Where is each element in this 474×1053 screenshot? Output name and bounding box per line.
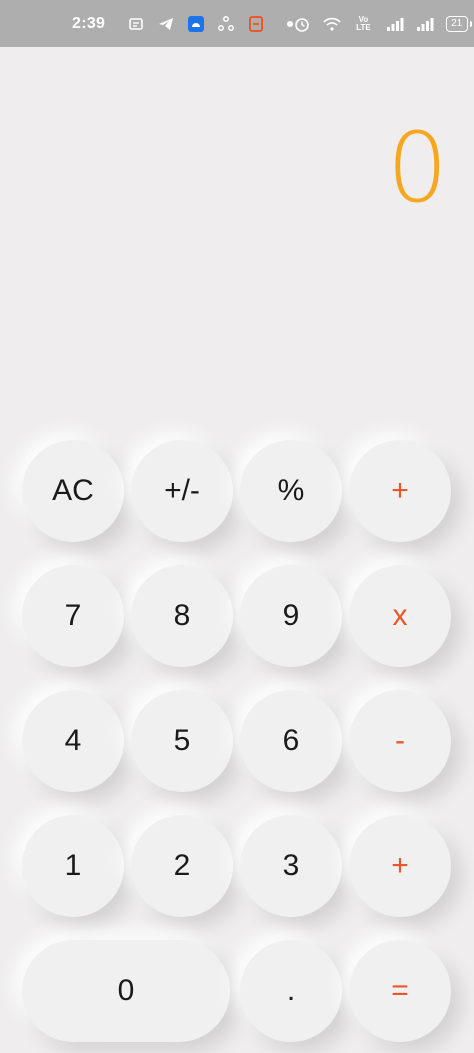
digit-3-button[interactable]: 3 xyxy=(240,815,342,917)
result-display: 0 xyxy=(386,112,448,224)
equals-button[interactable]: = xyxy=(349,940,451,1042)
volte-indicator: Vo LTE xyxy=(356,14,371,32)
percent-button[interactable]: % xyxy=(240,440,342,542)
all-clear-button[interactable]: AC xyxy=(22,440,124,542)
status-bar-left: 2:39 xyxy=(72,14,294,33)
add-button[interactable]: + xyxy=(349,815,451,917)
digit-4-button[interactable]: 4 xyxy=(22,690,124,792)
operator-top-button[interactable]: + xyxy=(349,440,451,542)
status-bar: 2:39 Vo LTE 21 xyxy=(0,0,474,47)
digit-1-button[interactable]: 1 xyxy=(22,815,124,917)
app-icon xyxy=(247,15,265,33)
message-icon xyxy=(127,15,145,33)
alarm-icon xyxy=(293,15,311,33)
digit-2-button[interactable]: 2 xyxy=(131,815,233,917)
sign-toggle-button[interactable]: +/- xyxy=(131,440,233,542)
battery-icon: 21 xyxy=(445,15,472,32)
digit-7-button[interactable]: 7 xyxy=(22,565,124,667)
digit-9-button[interactable]: 9 xyxy=(240,565,342,667)
subtract-button[interactable]: - xyxy=(349,690,451,792)
android-icon xyxy=(187,15,205,33)
wifi-icon xyxy=(323,15,341,33)
digit-6-button[interactable]: 6 xyxy=(240,690,342,792)
signal-icon xyxy=(386,15,404,33)
digit-0-button[interactable]: 0 xyxy=(22,940,230,1042)
status-time: 2:39 xyxy=(72,14,106,32)
digit-5-button[interactable]: 5 xyxy=(131,690,233,792)
signal-icon-2 xyxy=(416,15,434,33)
multiply-button[interactable]: x xyxy=(349,565,451,667)
share-icon xyxy=(217,15,235,33)
decimal-button[interactable]: . xyxy=(240,940,342,1042)
telegram-icon xyxy=(157,15,175,33)
status-bar-right: Vo LTE 21 xyxy=(293,14,472,33)
digit-8-button[interactable]: 8 xyxy=(131,565,233,667)
